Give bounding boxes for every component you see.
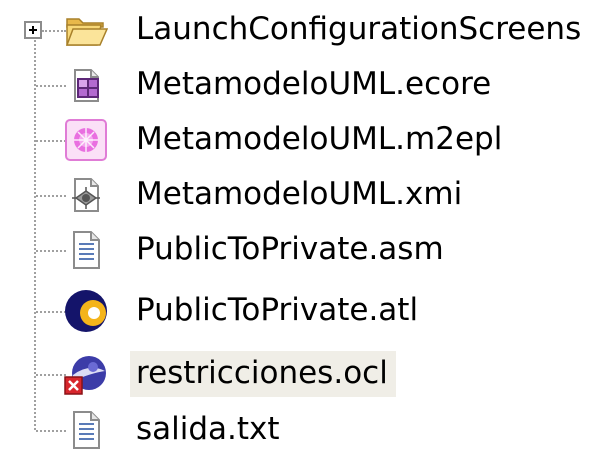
tree-item-launchconfigurationscreens[interactable]: LaunchConfigurationScreens [62, 4, 589, 56]
tree-item-label: salida.txt [136, 411, 280, 447]
tree-item-label: restricciones.ocl [130, 351, 396, 397]
tree-item-label: MetamodeloUML.ecore [136, 66, 492, 102]
tree-item-label: PublicToPrivate.asm [136, 231, 444, 267]
tree-item-publictoprivate-asm[interactable]: PublicToPrivate.asm [62, 224, 452, 276]
expand-toggle-icon[interactable] [24, 21, 42, 39]
ocl-file-error-icon [62, 350, 110, 398]
folder-icon [62, 6, 110, 54]
tree-item-metamodelouml-m2epl[interactable]: MetamodeloUML.m2epl [62, 114, 510, 166]
tree-item-label: MetamodeloUML.m2epl [136, 121, 503, 157]
ecore-model-icon [62, 61, 110, 109]
tree-guide-line [34, 40, 36, 430]
xmi-file-icon [62, 171, 110, 219]
project-explorer-tree: LaunchConfigurationScreens MetamodeloUML… [0, 0, 607, 453]
tree-item-label: PublicToPrivate.atl [136, 292, 419, 328]
tree-item-label: LaunchConfigurationScreens [136, 11, 582, 47]
tree-item-restricciones-ocl[interactable]: restricciones.ocl [62, 348, 396, 400]
tree-item-metamodelouml-ecore[interactable]: MetamodeloUML.ecore [62, 59, 499, 111]
tree-item-metamodelouml-xmi[interactable]: MetamodeloUML.xmi [62, 169, 470, 221]
tree-item-label: MetamodeloUML.xmi [136, 176, 463, 212]
text-file-icon [62, 226, 110, 274]
text-file-icon [62, 406, 110, 454]
atl-file-icon [62, 287, 110, 335]
tree-item-publictoprivate-atl[interactable]: PublicToPrivate.atl [62, 285, 426, 337]
tree-item-salida-txt[interactable]: salida.txt [62, 404, 288, 456]
m2epl-file-icon [62, 116, 110, 164]
